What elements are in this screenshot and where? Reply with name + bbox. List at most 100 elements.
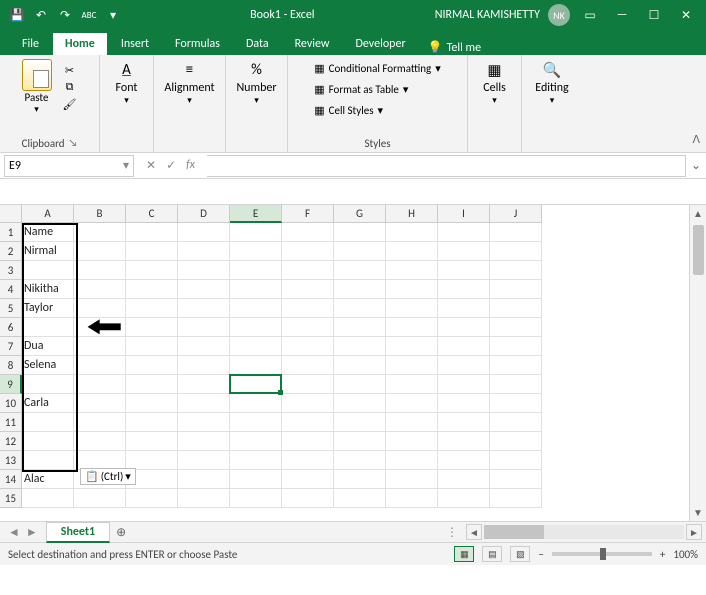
cell-D1[interactable] [178, 223, 230, 242]
cell-H7[interactable] [386, 337, 438, 356]
page-break-view-button[interactable]: ▧ [510, 546, 530, 562]
cell-G14[interactable] [334, 470, 386, 489]
row-header-6[interactable]: 6 [0, 318, 22, 337]
cell-D7[interactable] [178, 337, 230, 356]
save-icon[interactable]: 💾 [8, 6, 26, 24]
cell-D9[interactable] [178, 375, 230, 394]
cell-B2[interactable] [74, 242, 126, 261]
row-header-4[interactable]: 4 [0, 280, 22, 299]
cell-J13[interactable] [490, 451, 542, 470]
cell-J11[interactable] [490, 413, 542, 432]
row-header-3[interactable]: 3 [0, 261, 22, 280]
cell-E8[interactable] [230, 356, 282, 375]
cell-A1[interactable]: Name [22, 223, 74, 242]
cell-F15[interactable] [282, 489, 334, 508]
name-box[interactable]: E9 ▾ [4, 155, 134, 177]
cell-C11[interactable] [126, 413, 178, 432]
row-header-8[interactable]: 8 [0, 356, 22, 375]
cells-area[interactable]: NameNirmalNikithaTaylorDuaSelenaCarlaAla… [22, 223, 542, 508]
tell-me[interactable]: 💡 Tell me [428, 40, 481, 55]
cell-I14[interactable] [438, 470, 490, 489]
cell-H12[interactable] [386, 432, 438, 451]
cell-E3[interactable] [230, 261, 282, 280]
cell-C15[interactable] [126, 489, 178, 508]
cell-A5[interactable]: Taylor [22, 299, 74, 318]
cell-D5[interactable] [178, 299, 230, 318]
cell-J1[interactable] [490, 223, 542, 242]
col-header-F[interactable]: F [282, 205, 334, 223]
row-header-2[interactable]: 2 [0, 242, 22, 261]
cell-B11[interactable] [74, 413, 126, 432]
cell-E1[interactable] [230, 223, 282, 242]
cell-I9[interactable] [438, 375, 490, 394]
row-header-10[interactable]: 10 [0, 394, 22, 413]
cell-G10[interactable] [334, 394, 386, 413]
alignment-dropdown[interactable]: ≡ Alignment ▾ [164, 59, 214, 106]
cell-F2[interactable] [282, 242, 334, 261]
cell-C5[interactable] [126, 299, 178, 318]
cell-D3[interactable] [178, 261, 230, 280]
cell-E4[interactable] [230, 280, 282, 299]
cell-I11[interactable] [438, 413, 490, 432]
cell-I1[interactable] [438, 223, 490, 242]
cell-C9[interactable] [126, 375, 178, 394]
cell-F7[interactable] [282, 337, 334, 356]
cell-C4[interactable] [126, 280, 178, 299]
redo-icon[interactable]: ↷ [56, 6, 74, 24]
cell-G4[interactable] [334, 280, 386, 299]
cell-H8[interactable] [386, 356, 438, 375]
close-icon[interactable]: ✕ [674, 3, 698, 27]
row-header-14[interactable]: 14 [0, 470, 22, 489]
cell-G9[interactable] [334, 375, 386, 394]
cell-D13[interactable] [178, 451, 230, 470]
cell-J9[interactable] [490, 375, 542, 394]
scroll-right-icon[interactable]: ► [686, 524, 702, 540]
cell-E6[interactable] [230, 318, 282, 337]
cell-G6[interactable] [334, 318, 386, 337]
cell-J5[interactable] [490, 299, 542, 318]
zoom-in-button[interactable]: + [660, 548, 665, 561]
user-avatar[interactable]: NK [548, 4, 570, 26]
sheet-tab[interactable]: Sheet1 [46, 522, 110, 543]
cell-H3[interactable] [386, 261, 438, 280]
cell-I13[interactable] [438, 451, 490, 470]
cancel-formula-icon[interactable]: ✕ [146, 158, 156, 173]
tab-developer[interactable]: Developer [344, 33, 418, 55]
cell-H9[interactable] [386, 375, 438, 394]
scroll-down-icon[interactable]: ▼ [690, 504, 706, 521]
cell-H1[interactable] [386, 223, 438, 242]
cell-I5[interactable] [438, 299, 490, 318]
cell-C6[interactable] [126, 318, 178, 337]
cell-H6[interactable] [386, 318, 438, 337]
cell-D15[interactable] [178, 489, 230, 508]
cell-G15[interactable] [334, 489, 386, 508]
scroll-up-icon[interactable]: ▲ [690, 205, 706, 222]
cell-F14[interactable] [282, 470, 334, 489]
cell-G5[interactable] [334, 299, 386, 318]
cell-E7[interactable] [230, 337, 282, 356]
cell-F11[interactable] [282, 413, 334, 432]
cell-A11[interactable] [22, 413, 74, 432]
cell-I12[interactable] [438, 432, 490, 451]
cell-A8[interactable]: Selena [22, 356, 74, 375]
zoom-level[interactable]: 100% [673, 548, 698, 561]
sheet-nav-prev-icon[interactable]: ◄ [8, 525, 20, 540]
spellcheck-icon[interactable]: ABC [80, 6, 98, 24]
cell-G7[interactable] [334, 337, 386, 356]
col-header-B[interactable]: B [74, 205, 126, 223]
cell-I6[interactable] [438, 318, 490, 337]
font-dropdown[interactable]: A Font ▾ [114, 59, 140, 106]
conditional-formatting-button[interactable]: ▦Conditional Formatting▾ [312, 59, 443, 78]
cell-I2[interactable] [438, 242, 490, 261]
cell-J4[interactable] [490, 280, 542, 299]
cell-D11[interactable] [178, 413, 230, 432]
cell-H15[interactable] [386, 489, 438, 508]
select-all-corner[interactable] [0, 205, 22, 223]
hscroll-track[interactable] [484, 525, 684, 539]
zoom-slider[interactable] [552, 552, 652, 556]
copy-icon[interactable]: ⧉ [62, 80, 78, 94]
cell-F10[interactable] [282, 394, 334, 413]
cell-E12[interactable] [230, 432, 282, 451]
cell-J7[interactable] [490, 337, 542, 356]
cell-B1[interactable] [74, 223, 126, 242]
